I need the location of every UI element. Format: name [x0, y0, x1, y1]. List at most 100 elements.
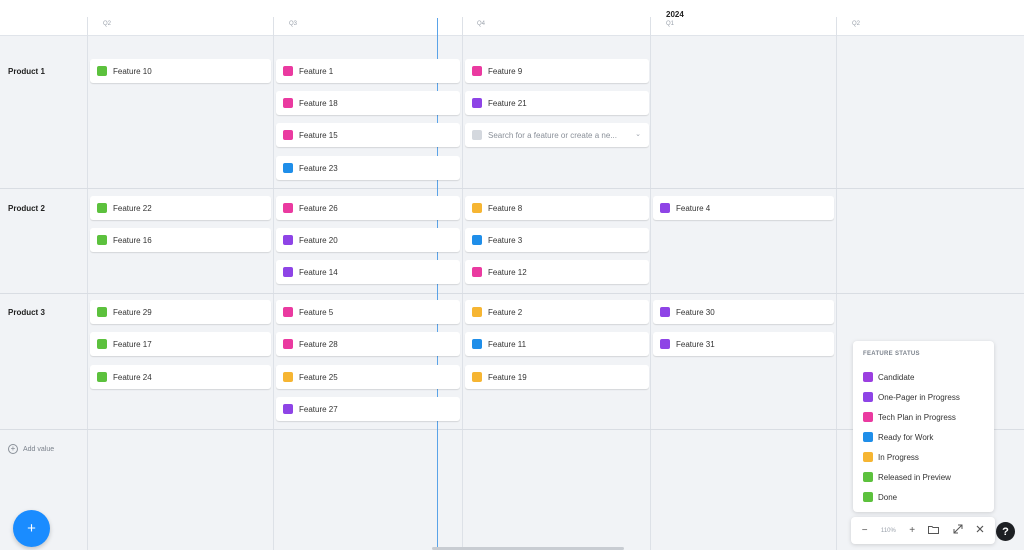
feature-label: Feature 11: [488, 339, 527, 349]
zoom-level: 110%: [880, 527, 896, 534]
column-divider: [87, 17, 88, 550]
feature-card[interactable]: Feature 25: [276, 365, 460, 389]
feature-card[interactable]: Feature 12: [465, 260, 649, 284]
chevron-down-icon[interactable]: ⌄: [635, 130, 641, 138]
feature-label: Feature 22: [113, 203, 152, 213]
feature-card[interactable]: Feature 26: [276, 196, 460, 220]
expand-icon[interactable]: [953, 524, 963, 537]
legend-label: Tech Plan in Progress: [878, 412, 956, 422]
zoom-toolbar: − 110% +: [851, 517, 995, 544]
status-dot: [472, 339, 482, 349]
status-dot: [863, 492, 873, 502]
timeline-header: 2024 Q2 Q3 Q4 Q1 Q2: [0, 0, 1024, 36]
status-dot: [283, 66, 293, 76]
legend-item-ready: Ready for Work: [863, 427, 984, 447]
feature-card[interactable]: Feature 18: [276, 91, 460, 115]
help-button[interactable]: ?: [996, 522, 1015, 541]
folder-icon[interactable]: [928, 525, 940, 537]
feature-card[interactable]: Feature 10: [90, 59, 271, 83]
feature-card[interactable]: Feature 31: [653, 332, 834, 356]
feature-card[interactable]: Feature 14: [276, 260, 460, 284]
feature-label: Feature 5: [299, 307, 334, 317]
feature-card[interactable]: Feature 9: [465, 59, 649, 83]
status-dot: [97, 307, 107, 317]
feature-card[interactable]: Feature 5: [276, 300, 460, 324]
feature-label: Feature 19: [488, 372, 527, 382]
feature-status-legend: FEATURE STATUS Candidate One-Pager in Pr…: [853, 341, 994, 512]
feature-label: Feature 23: [299, 163, 338, 173]
feature-card[interactable]: Feature 28: [276, 332, 460, 356]
feature-search-field[interactable]: Search for a feature or create a ne... ⌄: [465, 123, 649, 147]
row-divider: [0, 293, 1024, 294]
status-dot: [660, 339, 670, 349]
feature-card[interactable]: Feature 27: [276, 397, 460, 421]
status-dot: [472, 98, 482, 108]
legend-item-released: Released in Preview: [863, 467, 984, 487]
feature-label: Feature 25: [299, 372, 338, 382]
feature-label: Feature 30: [676, 307, 715, 317]
legend-label: In Progress: [878, 452, 919, 462]
zoom-in-button[interactable]: +: [909, 525, 915, 536]
column-divider: [836, 17, 837, 550]
year-label: 2024: [666, 10, 684, 19]
feature-card[interactable]: Feature 17: [90, 332, 271, 356]
feature-card[interactable]: Feature 24: [90, 365, 271, 389]
legend-item-candidate: Candidate: [863, 367, 984, 387]
feature-card[interactable]: Feature 21: [465, 91, 649, 115]
status-dot: [97, 339, 107, 349]
row-label-product-1[interactable]: Product 1: [8, 67, 45, 76]
feature-card[interactable]: Feature 30: [653, 300, 834, 324]
status-dot: [97, 372, 107, 382]
status-dot: [283, 130, 293, 140]
feature-card[interactable]: Feature 8: [465, 196, 649, 220]
feature-card[interactable]: Feature 23: [276, 156, 460, 180]
legend-label: Done: [878, 492, 898, 502]
feature-card[interactable]: Feature 22: [90, 196, 271, 220]
status-dot: [472, 235, 482, 245]
close-icon[interactable]: [976, 525, 984, 536]
feature-card[interactable]: Feature 19: [465, 365, 649, 389]
legend-item-tech-plan: Tech Plan in Progress: [863, 407, 984, 427]
feature-label: Feature 16: [113, 235, 152, 245]
legend-label: One-Pager in Progress: [878, 392, 960, 402]
plus-circle-icon: +: [8, 444, 18, 454]
feature-card[interactable]: Feature 1: [276, 59, 460, 83]
row-label-product-3[interactable]: Product 3: [8, 308, 45, 317]
feature-label: Feature 4: [676, 203, 711, 213]
feature-label: Feature 20: [299, 235, 338, 245]
placeholder-dot: [472, 130, 482, 140]
feature-label: Feature 17: [113, 339, 152, 349]
feature-label: Feature 26: [299, 203, 338, 213]
zoom-out-button[interactable]: −: [862, 525, 868, 536]
feature-label: Feature 10: [113, 66, 152, 76]
feature-label: Feature 8: [488, 203, 523, 213]
feature-label: Feature 28: [299, 339, 338, 349]
status-dot: [472, 307, 482, 317]
status-dot: [283, 339, 293, 349]
quarter-label: Q4: [477, 21, 486, 27]
row-label-product-2[interactable]: Product 2: [8, 204, 45, 213]
row-divider: [0, 188, 1024, 189]
status-dot: [283, 307, 293, 317]
status-dot: [863, 472, 873, 482]
quarter-label: Q2: [103, 21, 112, 27]
status-dot: [660, 307, 670, 317]
feature-card[interactable]: Feature 3: [465, 228, 649, 252]
feature-label: Feature 9: [488, 66, 523, 76]
feature-card[interactable]: Feature 11: [465, 332, 649, 356]
status-dot: [283, 404, 293, 414]
status-dot: [472, 66, 482, 76]
column-divider: [273, 17, 274, 550]
feature-label: Feature 27: [299, 404, 338, 414]
status-dot: [863, 452, 873, 462]
feature-label: Feature 15: [299, 130, 338, 140]
feature-card[interactable]: Feature 4: [653, 196, 834, 220]
add-button[interactable]: +: [13, 510, 50, 547]
feature-card[interactable]: Feature 20: [276, 228, 460, 252]
column-divider: [462, 17, 463, 550]
feature-card[interactable]: Feature 2: [465, 300, 649, 324]
feature-card[interactable]: Feature 29: [90, 300, 271, 324]
add-value-button[interactable]: + Add value: [8, 444, 54, 454]
feature-card[interactable]: Feature 16: [90, 228, 271, 252]
feature-card[interactable]: Feature 15: [276, 123, 460, 147]
